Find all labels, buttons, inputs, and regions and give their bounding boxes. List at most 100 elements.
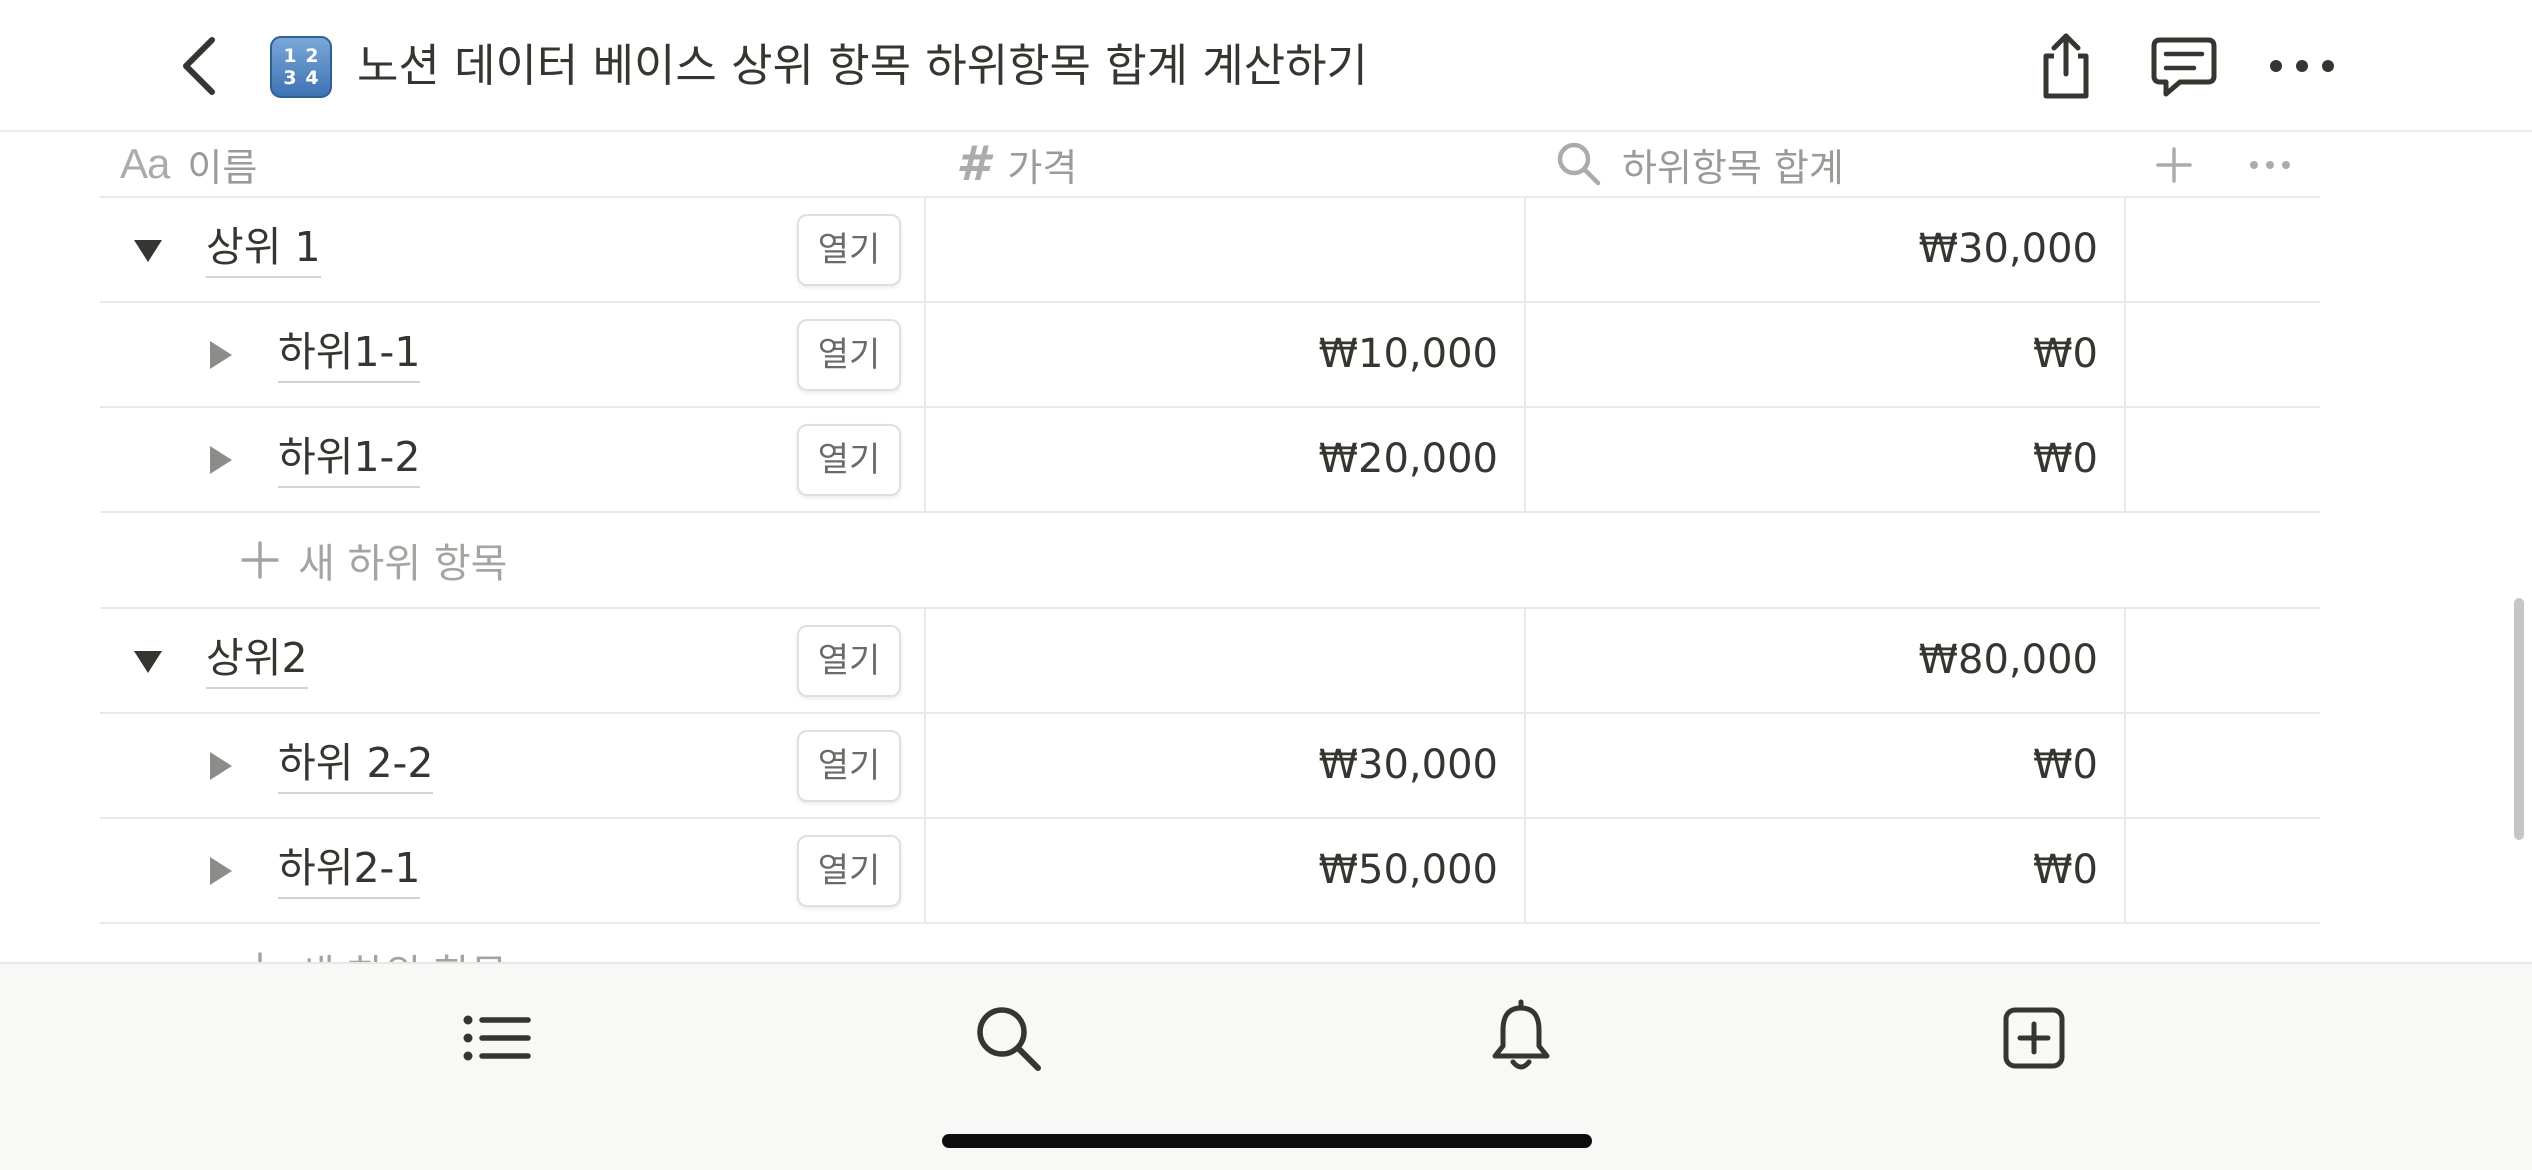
plus-icon	[258, 952, 262, 962]
open-button[interactable]: 열기	[797, 214, 901, 286]
page-title[interactable]: 노션 데이터 베이스 상위 항목 하위항목 합계 계산하기	[357, 34, 1368, 98]
price-cell[interactable]	[926, 198, 1526, 301]
toggle-collapsed-button[interactable]	[200, 335, 240, 375]
subtotal-value: ₩80,000	[1918, 637, 2098, 683]
back-icon	[183, 37, 215, 95]
row-title[interactable]: 하위1-2	[278, 430, 421, 488]
triangle-right-icon	[210, 857, 232, 885]
search-icon	[977, 1007, 1041, 1071]
table-row[interactable]: 상위 1 열기 ₩30,000	[100, 198, 2320, 303]
tab-notifications[interactable]	[1481, 998, 1561, 1078]
open-button[interactable]: 열기	[797, 424, 901, 496]
row-title[interactable]: 하위 2-2	[278, 736, 434, 794]
more-options-button[interactable]	[2264, 28, 2340, 104]
subtotal-value: ₩30,000	[1918, 226, 2098, 272]
open-button[interactable]: 열기	[797, 730, 901, 802]
price-cell[interactable]	[926, 609, 1526, 712]
more-icon	[2270, 60, 2334, 72]
database-table: Aa 이름 # 가격 하위항목 합계 상위 1 열기 ₩30,000 하위1-1…	[0, 132, 2532, 962]
toggle-expanded-button[interactable]	[128, 641, 168, 681]
price-value: ₩30,000	[1318, 742, 1498, 788]
table-row[interactable]: 하위 2-2 열기 ₩30,000 ₩0	[100, 714, 2320, 819]
tab-new-page[interactable]	[1994, 998, 2074, 1078]
name-cell[interactable]: 하위2-1 열기	[100, 819, 926, 922]
back-button[interactable]	[168, 28, 232, 104]
triangle-right-icon	[210, 341, 232, 369]
name-cell[interactable]: 하위1-2 열기	[100, 408, 926, 511]
table-row[interactable]: 하위1-1 열기 ₩10,000 ₩0	[100, 303, 2320, 408]
top-bar: 1 2 3 4 노션 데이터 베이스 상위 항목 하위항목 합계 계산하기	[0, 0, 2532, 132]
plus-icon	[241, 541, 279, 579]
subtotal-cell[interactable]: ₩80,000	[1526, 609, 2126, 712]
text-property-icon: Aa	[120, 140, 170, 187]
tab-list[interactable]	[456, 998, 536, 1078]
row-title[interactable]: 하위2-1	[278, 841, 421, 899]
column-header-label: 가격	[1007, 145, 1078, 190]
tab-search[interactable]	[968, 998, 1048, 1078]
comment-icon	[2151, 37, 2217, 97]
price-value: ₩20,000	[1318, 436, 1498, 482]
subtotal-value: ₩0	[2033, 742, 2098, 788]
page-icon-digit: 1	[283, 45, 297, 67]
open-button[interactable]: 열기	[797, 835, 901, 907]
share-button[interactable]	[2028, 28, 2104, 104]
column-header-label: 이름	[187, 145, 258, 190]
new-subitem-button[interactable]: 새 하위 항목	[240, 924, 507, 962]
triangle-down-icon	[134, 240, 162, 262]
new-subitem-row[interactable]: 새 하위 항목	[100, 924, 2320, 962]
bell-icon	[1492, 999, 1550, 1070]
row-title[interactable]: 상위 1	[206, 220, 321, 278]
table-row[interactable]: 상위2 열기 ₩80,000	[100, 609, 2320, 714]
app-screen: 1 2 3 4 노션 데이터 베이스 상위 항목 하위항목 합계 계산하기 Aa…	[0, 0, 2532, 1170]
table-header: Aa 이름 # 가격 하위항목 합계	[100, 132, 2320, 198]
column-header-label: 하위항목 합계	[1622, 145, 1844, 190]
new-subitem-row[interactable]: 새 하위 항목	[100, 513, 2320, 609]
price-cell[interactable]: ₩10,000	[926, 303, 1526, 406]
name-cell[interactable]: 하위 2-2 열기	[100, 714, 926, 817]
subtotal-value: ₩0	[2033, 847, 2098, 893]
column-header-name[interactable]: Aa 이름	[120, 132, 257, 196]
price-value: ₩50,000	[1318, 847, 1498, 893]
new-page-icon	[2003, 1007, 2065, 1069]
subtotal-cell[interactable]: ₩0	[1526, 303, 2126, 406]
table-options-button[interactable]	[2242, 140, 2298, 190]
column-header-subtotal[interactable]: 하위항목 합계	[1554, 132, 1844, 196]
subtotal-cell[interactable]: ₩0	[1526, 819, 2126, 922]
add-property-button[interactable]	[2146, 140, 2202, 190]
new-subitem-button[interactable]: 새 하위 항목	[240, 513, 507, 607]
name-cell[interactable]: 상위 1 열기	[100, 198, 926, 301]
page-icon: 1 2 3 4	[270, 36, 332, 98]
table-row[interactable]: 하위2-1 열기 ₩50,000 ₩0	[100, 819, 2320, 924]
column-header-price[interactable]: # 가격	[956, 132, 1077, 196]
open-button[interactable]: 열기	[797, 319, 901, 391]
price-cell[interactable]: ₩30,000	[926, 714, 1526, 817]
subtotal-cell[interactable]: ₩0	[1526, 714, 2126, 817]
name-cell[interactable]: 하위1-1 열기	[100, 303, 926, 406]
home-indicator[interactable]	[942, 1134, 1592, 1148]
triangle-down-icon	[134, 651, 162, 673]
name-cell[interactable]: 상위2 열기	[100, 609, 926, 712]
page-icon-digit: 3	[283, 67, 297, 89]
new-subitem-label: 새 하위 항목	[298, 942, 507, 962]
comments-button[interactable]	[2146, 28, 2222, 104]
row-title[interactable]: 하위1-1	[278, 325, 421, 383]
price-cell[interactable]: ₩50,000	[926, 819, 1526, 922]
toggle-collapsed-button[interactable]	[200, 440, 240, 480]
toggle-collapsed-button[interactable]	[200, 746, 240, 786]
toggle-expanded-button[interactable]	[128, 230, 168, 270]
table-row[interactable]: 하위1-2 열기 ₩20,000 ₩0	[100, 408, 2320, 513]
subtotal-value: ₩0	[2033, 331, 2098, 377]
row-title[interactable]: 상위2	[206, 631, 308, 689]
share-icon	[2043, 33, 2089, 99]
plus-icon	[2156, 147, 2192, 183]
toggle-collapsed-button[interactable]	[200, 851, 240, 891]
list-icon	[463, 1015, 531, 1061]
new-subitem-label: 새 하위 항목	[298, 541, 508, 587]
vertical-scrollbar[interactable]	[2514, 598, 2524, 840]
price-cell[interactable]: ₩20,000	[926, 408, 1526, 511]
search-icon	[1554, 139, 1604, 189]
subtotal-cell[interactable]: ₩30,000	[1526, 198, 2126, 301]
more-icon	[2250, 161, 2290, 169]
open-button[interactable]: 열기	[797, 625, 901, 697]
subtotal-cell[interactable]: ₩0	[1526, 408, 2126, 511]
